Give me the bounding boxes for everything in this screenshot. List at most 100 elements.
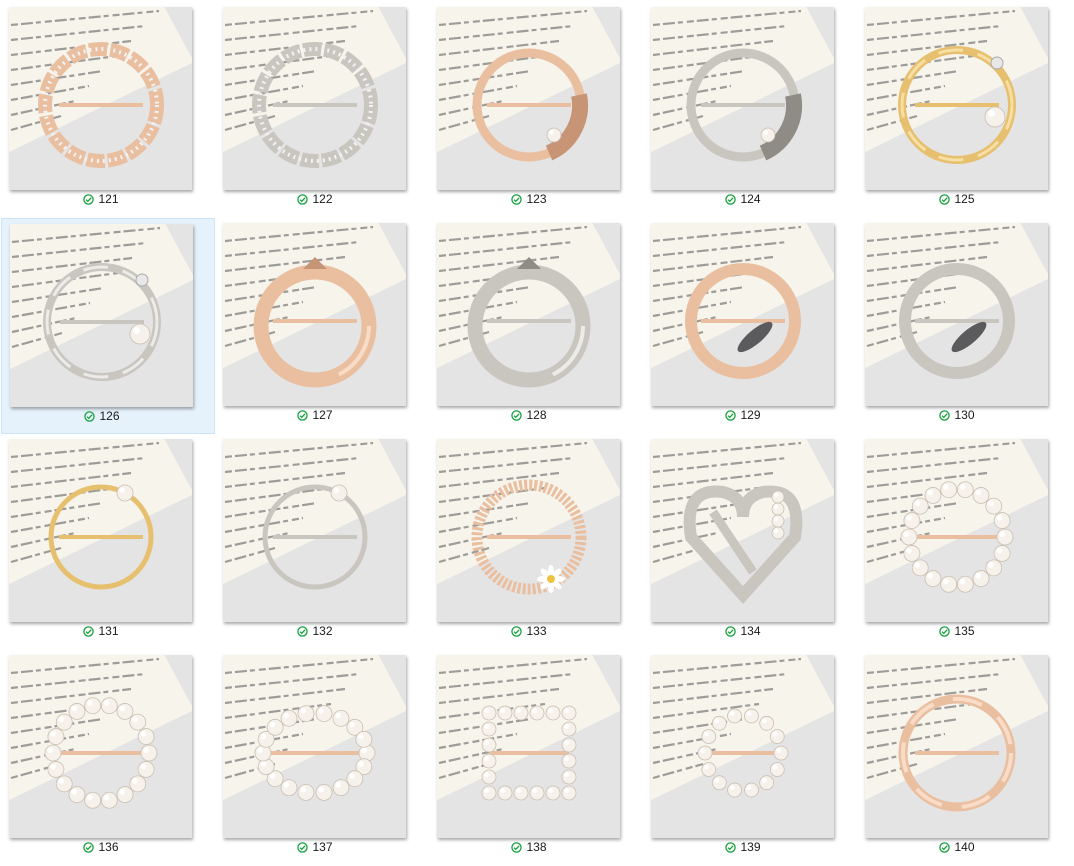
thumbnail-item[interactable]: 121	[1, 2, 215, 218]
thumbnail-caption: 138	[429, 840, 629, 854]
thumbnail-caption: 121	[1, 192, 201, 206]
thumbnail-grid: 121 122 123 124 125 126 127 128 129 130 131 132 133 1…	[0, 0, 1074, 866]
thumbnail-image[interactable]	[865, 223, 1048, 406]
synced-check-icon	[725, 409, 737, 421]
thumbnail-item[interactable]: 124	[643, 2, 857, 218]
thumbnail-caption: 132	[215, 624, 415, 638]
synced-check-icon	[297, 841, 309, 853]
synced-check-icon	[725, 841, 737, 853]
thumbnail-item[interactable]: 140	[857, 650, 1071, 866]
file-name-label: 133	[526, 624, 547, 638]
thumbnail-image[interactable]	[651, 655, 834, 838]
thumbnail-caption: 131	[1, 624, 201, 638]
thumbnail-item[interactable]: 135	[857, 434, 1071, 650]
file-name-label: 131	[98, 624, 119, 638]
thumbnail-caption: 133	[429, 624, 629, 638]
thumbnail-image[interactable]	[10, 224, 193, 407]
file-name-label: 132	[312, 624, 333, 638]
file-name-label: 137	[312, 840, 333, 854]
file-name-label: 130	[954, 408, 975, 422]
thumbnail-image[interactable]	[437, 223, 620, 406]
thumbnail-caption: 127	[215, 408, 415, 422]
file-name-label: 121	[98, 192, 119, 206]
thumbnail-item[interactable]: 133	[429, 434, 643, 650]
synced-check-icon	[939, 193, 951, 205]
synced-check-icon	[84, 410, 96, 422]
thumbnail-caption: 125	[857, 192, 1057, 206]
synced-check-icon	[511, 625, 523, 637]
synced-check-icon	[511, 841, 523, 853]
thumbnail-caption: 139	[643, 840, 843, 854]
thumbnail-image[interactable]	[437, 7, 620, 190]
synced-check-icon	[511, 409, 523, 421]
synced-check-icon	[939, 409, 951, 421]
thumbnail-caption: 135	[857, 624, 1057, 638]
file-name-label: 123	[526, 192, 547, 206]
thumbnail-caption: 134	[643, 624, 843, 638]
thumbnail-caption: 124	[643, 192, 843, 206]
thumbnail-caption: 122	[215, 192, 415, 206]
thumbnail-image[interactable]	[223, 7, 406, 190]
file-name-label: 124	[740, 192, 761, 206]
thumbnail-caption: 136	[1, 840, 201, 854]
thumbnail-caption: 123	[429, 192, 629, 206]
file-name-label: 139	[740, 840, 761, 854]
thumbnail-caption: 129	[643, 408, 843, 422]
thumbnail-image[interactable]	[223, 439, 406, 622]
thumbnail-caption: 140	[857, 840, 1057, 854]
file-name-label: 138	[526, 840, 547, 854]
thumbnail-caption: 137	[215, 840, 415, 854]
thumbnail-image[interactable]	[9, 7, 192, 190]
file-name-label: 129	[740, 408, 761, 422]
thumbnail-item[interactable]: 138	[429, 650, 643, 866]
file-name-label: 134	[740, 624, 761, 638]
thumbnail-item[interactable]: 122	[215, 2, 429, 218]
thumbnail-image[interactable]	[865, 439, 1048, 622]
file-name-label: 136	[98, 840, 119, 854]
thumbnail-item[interactable]: 123	[429, 2, 643, 218]
synced-check-icon	[725, 193, 737, 205]
thumbnail-caption: 130	[857, 408, 1057, 422]
synced-check-icon	[939, 625, 951, 637]
thumbnail-image[interactable]	[651, 7, 834, 190]
thumbnail-item[interactable]: 129	[643, 218, 857, 434]
thumbnail-image[interactable]	[9, 655, 192, 838]
thumbnail-image[interactable]	[223, 655, 406, 838]
thumbnail-image[interactable]	[651, 439, 834, 622]
thumbnail-image[interactable]	[865, 655, 1048, 838]
thumbnail-item[interactable]: 137	[215, 650, 429, 866]
thumbnail-item[interactable]: 132	[215, 434, 429, 650]
thumbnail-image[interactable]	[865, 7, 1048, 190]
thumbnail-item[interactable]: 134	[643, 434, 857, 650]
synced-check-icon	[83, 625, 95, 637]
synced-check-icon	[297, 625, 309, 637]
thumbnail-item[interactable]: 136	[1, 650, 215, 866]
thumbnail-item[interactable]: 131	[1, 434, 215, 650]
file-name-label: 140	[954, 840, 975, 854]
thumbnail-image[interactable]	[437, 439, 620, 622]
file-name-label: 122	[312, 192, 333, 206]
file-name-label: 126	[99, 409, 120, 423]
file-name-label: 125	[954, 192, 975, 206]
thumbnail-image[interactable]	[651, 223, 834, 406]
synced-check-icon	[83, 193, 95, 205]
file-name-label: 135	[954, 624, 975, 638]
synced-check-icon	[297, 193, 309, 205]
synced-check-icon	[511, 193, 523, 205]
thumbnail-item[interactable]: 127	[215, 218, 429, 434]
synced-check-icon	[939, 841, 951, 853]
file-name-label: 128	[526, 408, 547, 422]
thumbnail-item[interactable]: 126	[1, 218, 215, 434]
synced-check-icon	[83, 841, 95, 853]
thumbnail-image[interactable]	[437, 655, 620, 838]
thumbnail-caption: 128	[429, 408, 629, 422]
thumbnail-item[interactable]: 139	[643, 650, 857, 866]
thumbnail-item[interactable]: 128	[429, 218, 643, 434]
thumbnail-image[interactable]	[223, 223, 406, 406]
file-name-label: 127	[312, 408, 333, 422]
thumbnail-image[interactable]	[9, 439, 192, 622]
thumbnail-caption: 126	[2, 409, 202, 423]
synced-check-icon	[725, 625, 737, 637]
thumbnail-item[interactable]: 130	[857, 218, 1071, 434]
thumbnail-item[interactable]: 125	[857, 2, 1071, 218]
